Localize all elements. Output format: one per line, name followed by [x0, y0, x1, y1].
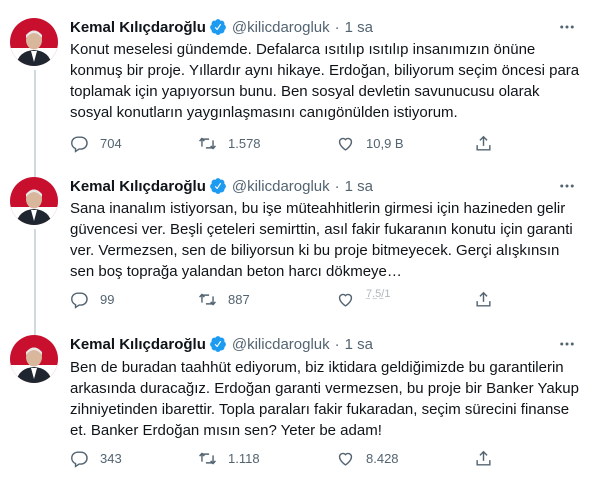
reply-button[interactable]: 99 — [70, 289, 114, 309]
author-name[interactable]: Kemal Kılıçdaroğlu — [70, 178, 206, 195]
tweet-text-line: Ben de buradan taahhüt ediyorum, biz ikt… — [70, 359, 564, 376]
reply-count: 99 — [100, 291, 115, 307]
tweet-text-line: et. Banker Erdoğan mısın sen? Yeter be a… — [70, 422, 382, 439]
verified-badge-icon — [209, 335, 227, 353]
timestamp[interactable]: 1 sa — [345, 336, 373, 353]
tweet-text-line: Sana inanalım istiyorsan, bu işe müteahh… — [70, 200, 566, 217]
retweet-count: 1.578 — [228, 135, 261, 151]
tweet-header: Kemal Kılıçdaroğlu @kilicdarogluk · 1 sa — [70, 176, 373, 196]
author-handle[interactable]: @kilicdarogluk — [232, 336, 330, 353]
reply-icon — [71, 291, 88, 309]
retweet-count: 887 — [228, 291, 250, 307]
retweet-button[interactable]: 1.118 — [198, 448, 260, 468]
share-icon — [476, 135, 491, 151]
reply-button[interactable]: 343 — [70, 448, 122, 468]
tweet-text-line: arkasında duracağız. Erdoğan garanti ver… — [70, 380, 579, 397]
share-icon — [476, 291, 491, 307]
reply-icon — [71, 450, 88, 468]
tweet[interactable]: Kemal Kılıçdaroğlu @kilicdarogluk · 1 sa… — [0, 163, 597, 325]
share-button[interactable] — [474, 133, 504, 153]
reply-count: 343 — [100, 450, 122, 466]
like-button[interactable]: 7.5/1 ‾ ‾ ‾ — [336, 289, 390, 310]
like-button[interactable]: 10,9 B — [336, 133, 404, 153]
thread-line — [34, 229, 36, 325]
tweet-header: Kemal Kılıçdaroğlu @kilicdarogluk · 1 sa — [70, 334, 373, 354]
tweet-text-line: Konut meselesi gündemde. Defalarca ısıtı… — [70, 41, 536, 58]
separator: · — [334, 18, 340, 36]
thread-line — [34, 325, 36, 335]
avatar[interactable] — [10, 18, 58, 66]
like-button[interactable]: 8.428 — [336, 448, 399, 468]
reply-count: 704 — [100, 135, 122, 151]
like-icon — [338, 137, 353, 151]
author-name[interactable]: Kemal Kılıçdaroğlu — [70, 336, 206, 353]
verified-badge-icon — [209, 18, 227, 36]
retweet-icon — [199, 293, 216, 305]
tweet-actions: 343 1.118 8.428 — [70, 448, 570, 468]
timestamp[interactable]: 1 sa — [345, 178, 373, 195]
like-count: 10,9 B — [366, 135, 404, 151]
tweet-header: Kemal Kılıçdaroğlu @kilicdarogluk · 1 sa — [70, 17, 373, 37]
like-icon — [338, 293, 353, 307]
tweet-text: Ben de buradan taahhüt ediyorum, biz ikt… — [70, 357, 582, 441]
more-icon[interactable] — [557, 17, 577, 37]
author-handle[interactable]: @kilicdarogluk — [232, 178, 330, 195]
tweet-actions: 704 1.578 10,9 B — [70, 133, 570, 153]
tweet-text-line: sen boş toprağa yalandan beton harcı dök… — [70, 263, 402, 280]
retweet-icon — [199, 137, 216, 149]
thread-line — [34, 70, 36, 163]
timestamp[interactable]: 1 sa — [345, 19, 373, 36]
tweet-actions: 99 887 7.5/1 ‾ ‾ ‾ — [70, 289, 570, 310]
share-button[interactable] — [474, 289, 504, 309]
more-icon[interactable] — [557, 334, 577, 354]
avatar[interactable] — [10, 335, 58, 383]
reply-icon — [71, 135, 88, 153]
tweet-text: Konut meselesi gündemde. Defalarca ısıtı… — [70, 39, 582, 123]
tweet-text-line: zihniyetinden ibarettir. Topla paraları … — [70, 401, 570, 418]
tweet-text-line: ver. Vermezsen, sen de biliyorsun ki bu … — [70, 242, 560, 259]
separator: · — [334, 335, 340, 353]
tweet-text-line: sosyal konutların yaygınlaşmasını canıgö… — [70, 104, 458, 121]
retweet-button[interactable]: 887 — [198, 289, 250, 309]
separator: · — [334, 177, 340, 195]
retweet-button[interactable]: 1.578 — [198, 133, 261, 153]
share-icon — [476, 450, 491, 466]
more-icon[interactable] — [557, 176, 577, 196]
like-count-animating: 7.5/1 ‾ ‾ ‾ — [366, 289, 390, 310]
share-button[interactable] — [474, 448, 504, 468]
author-handle[interactable]: @kilicdarogluk — [232, 19, 330, 36]
avatar[interactable] — [10, 177, 58, 225]
tweet-text-line: güvencesi ver. Beşli çeteleri semirttin,… — [70, 221, 573, 238]
retweet-count: 1.118 — [228, 450, 260, 466]
like-count-ghost: ‾ ‾ ‾ — [366, 298, 384, 310]
tweet[interactable]: Kemal Kılıçdaroğlu @kilicdarogluk · 1 sa… — [0, 0, 597, 163]
tweet-text-line: konmuş bir proje. Yıllardır aynı hikaye.… — [70, 62, 580, 79]
retweet-icon — [199, 452, 216, 464]
tweet-text-line: toplamak için yapıyorsun bunu. Ben sosya… — [70, 83, 540, 100]
verified-badge-icon — [209, 177, 227, 195]
reply-button[interactable]: 704 — [70, 133, 122, 153]
like-icon — [338, 452, 353, 466]
tweet-text: Sana inanalım istiyorsan, bu işe müteahh… — [70, 198, 582, 282]
thread-line — [34, 163, 36, 177]
like-count: 8.428 — [366, 450, 399, 466]
author-name[interactable]: Kemal Kılıçdaroğlu — [70, 19, 206, 36]
tweet[interactable]: Kemal Kılıçdaroğlu @kilicdarogluk · 1 sa… — [0, 325, 597, 477]
